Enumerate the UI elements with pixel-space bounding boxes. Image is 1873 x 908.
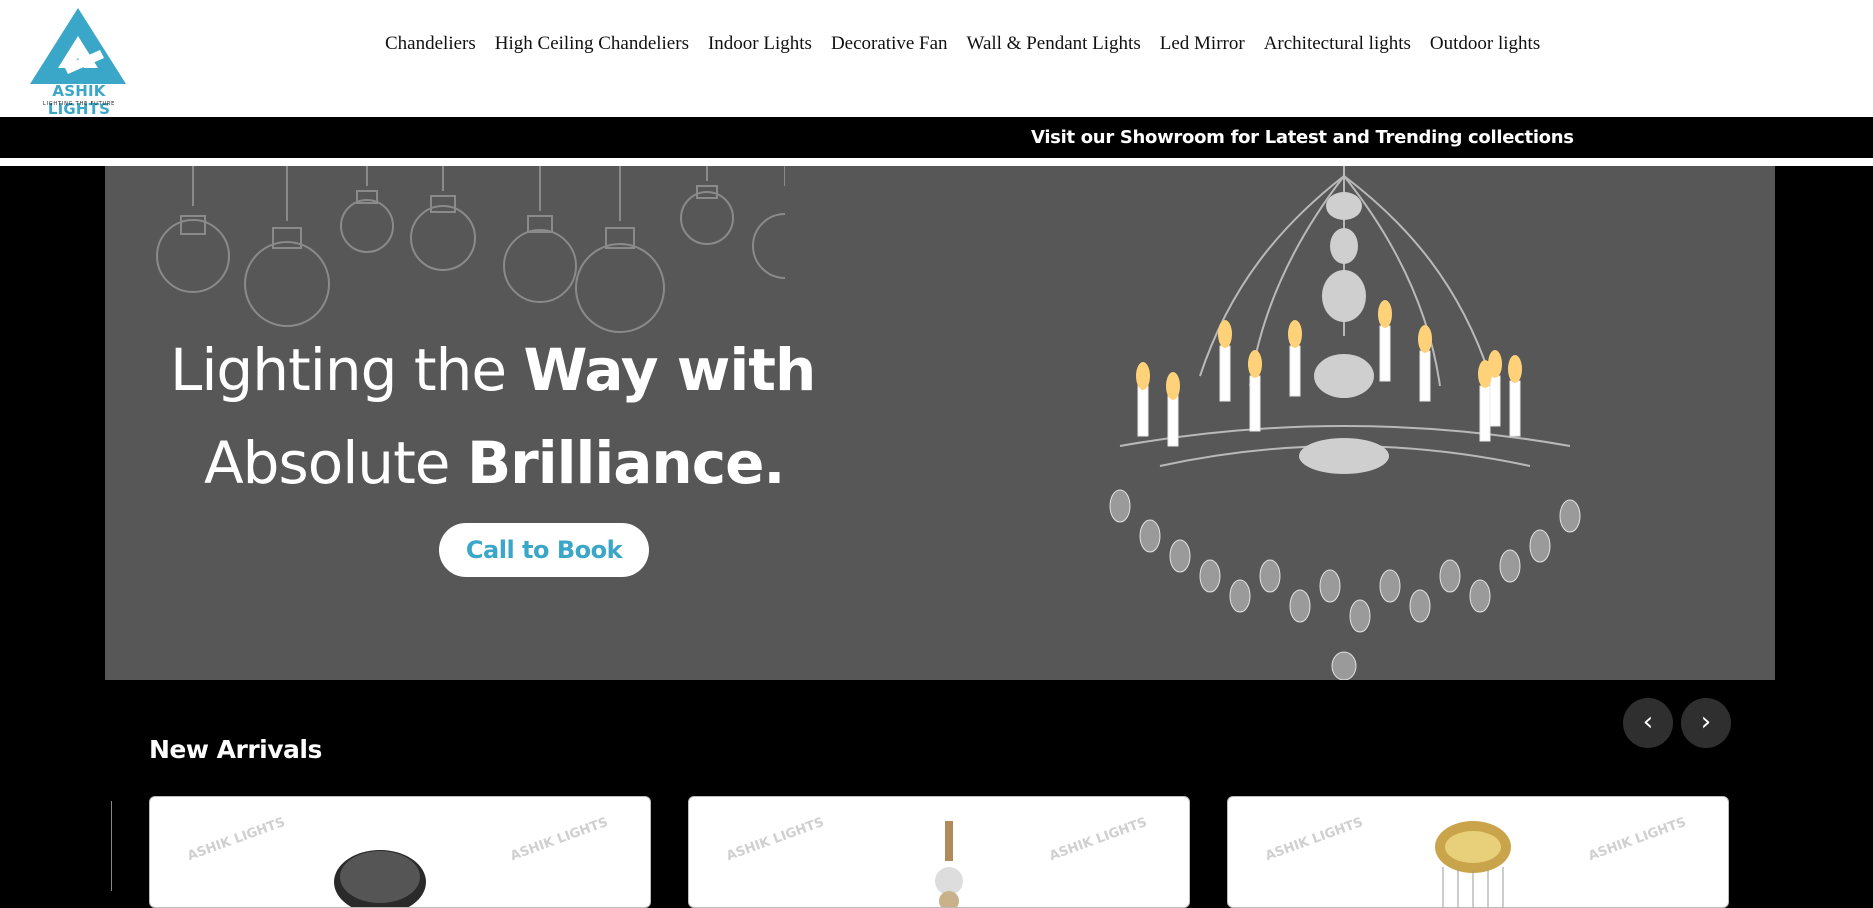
nav-item-high-ceiling-chandeliers[interactable]: High Ceiling Chandeliers xyxy=(495,30,689,60)
hero-headline-line1: Lighting the Way with xyxy=(170,336,817,404)
watermark-text: ASHIK LIGHTS xyxy=(185,814,288,865)
divider xyxy=(0,158,1873,166)
product-image xyxy=(1435,821,1511,907)
announcement-text: Visit our Showroom for Latest and Trendi… xyxy=(1031,127,1574,148)
product-image xyxy=(334,850,426,907)
new-arrivals-title: New Arrivals xyxy=(149,735,322,764)
carousel-prev-button[interactable]: ‹ xyxy=(1623,698,1673,748)
product-card[interactable]: ASHIK LIGHTS ASHIK LIGHTS xyxy=(149,796,651,908)
carousel-next-button[interactable]: › xyxy=(1681,698,1731,748)
nav-item-indoor-lights[interactable]: Indoor Lights xyxy=(708,30,812,60)
nav-item-decorative-fan[interactable]: Decorative Fan xyxy=(831,30,948,60)
brand-tagline: LIGHTING THE FUTURE xyxy=(42,101,116,107)
hero-headline-line2: Absolute Brilliance. xyxy=(204,429,786,497)
watermark-text: ASHIK LIGHTS xyxy=(724,814,827,865)
hero-line2-light: Absolute xyxy=(204,429,467,497)
chandelier-image xyxy=(1109,166,1581,680)
nav-item-wall-pendant-lights[interactable]: Wall & Pendant Lights xyxy=(967,30,1141,60)
main-nav: Chandeliers High Ceiling Chandeliers Ind… xyxy=(385,30,1559,60)
announcement-bar: Visit our Showroom for Latest and Trendi… xyxy=(0,117,1873,158)
hero-line1-bold: Way with xyxy=(523,336,817,404)
watermark-text: ASHIK LIGHTS xyxy=(508,814,611,865)
brand-logo[interactable]: ASHIK LIGHTS LIGHTING THE FUTURE xyxy=(24,6,134,118)
nav-item-led-mirror[interactable]: Led Mirror xyxy=(1160,30,1245,60)
product-card[interactable]: ASHIK LIGHTS ASHIK LIGHTS xyxy=(1227,796,1729,908)
nav-item-chandeliers[interactable]: Chandeliers xyxy=(385,30,476,60)
hero-banner[interactable]: Lighting the Way with Absolute Brillianc… xyxy=(105,166,1775,680)
hero-line2-bold: Brilliance. xyxy=(466,429,786,497)
brand-name: ASHIK LIGHTS xyxy=(47,82,111,118)
watermark-text: ASHIK LIGHTS xyxy=(1047,814,1150,865)
product-card[interactable]: ASHIK LIGHTS ASHIK LIGHTS xyxy=(688,796,1190,908)
watermark-text: ASHIK LIGHTS xyxy=(1263,814,1366,865)
hero-line1-light: Lighting the xyxy=(170,336,524,404)
nav-item-architectural-lights[interactable]: Architectural lights xyxy=(1264,30,1411,60)
watermark-text: ASHIK LIGHTS xyxy=(1586,814,1689,865)
chevron-left-icon: ‹ xyxy=(1642,707,1654,737)
product-image xyxy=(935,821,963,907)
call-to-book-button[interactable]: Call to Book xyxy=(439,523,649,577)
card-edge-divider xyxy=(111,801,112,891)
hanging-bulbs-illustration xyxy=(156,166,785,333)
chevron-right-icon: › xyxy=(1700,707,1712,737)
site-header: ASHIK LIGHTS LIGHTING THE FUTURE Chandel… xyxy=(0,0,1873,118)
nav-item-outdoor-lights[interactable]: Outdoor lights xyxy=(1430,30,1540,60)
logo-mark-icon xyxy=(30,8,126,84)
